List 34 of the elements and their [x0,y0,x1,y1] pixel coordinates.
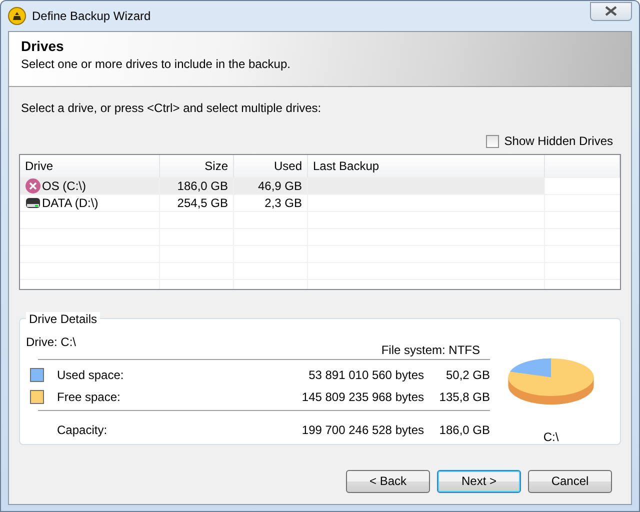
page-title: Drives [21,38,65,54]
table-cell: 2,3 GB [234,195,308,212]
page-subtitle: Select one or more drives to include in the backup. [21,57,292,71]
detail-bytes: 199 700 246 528 bytes [300,423,424,438]
table-cell: 186,0 GB [160,178,234,195]
detail-size: 135,8 GB [438,390,490,404]
window-title: Define Backup Wizard [32,9,151,23]
table-row[interactable]: DATA (D:\) 254,5 GB 2,3 GB [20,195,620,212]
detail-label: Used space: [57,368,125,382]
instruction-text: Select a drive, or press <Ctrl> and select multiple drives: [21,101,322,115]
table-cell: 46,9 GB [234,178,308,195]
error-icon [25,178,41,194]
pie-label: C:\ [543,430,559,444]
wizard-button[interactable]: < Back [346,470,430,492]
wizard-button[interactable]: Cancel [528,470,612,492]
close-button[interactable] [590,2,632,20]
close-icon [605,6,617,16]
detail-size: 50,2 GB [444,368,490,382]
detail-label: Capacity: [57,423,108,438]
app-logo-icon [8,7,26,25]
detail-label: Free space: [57,390,122,404]
hard-drive-icon [25,195,41,211]
table-cell: DATA (D:\) [42,194,98,212]
detail-bytes: 53 891 010 560 bytes [308,368,424,382]
show-hidden-checkbox[interactable]: Show Hidden Drives [486,134,613,148]
table-cell: 254,5 GB [160,195,234,212]
file-system-label: File system: NTFS [381,343,480,357]
group-title: Drive Details [26,312,100,326]
detail-size: 186,0 GB [438,423,490,438]
table-cell: OS (C:\) [42,178,86,194]
table-row[interactable]: OS (C:\) 186,0 GB 46,9 GB [20,178,620,195]
wizard-button[interactable]: Next > [437,470,521,492]
detail-bytes: 145 809 235 968 bytes [300,390,424,404]
drive-label: Drive: C:\ [26,335,76,349]
